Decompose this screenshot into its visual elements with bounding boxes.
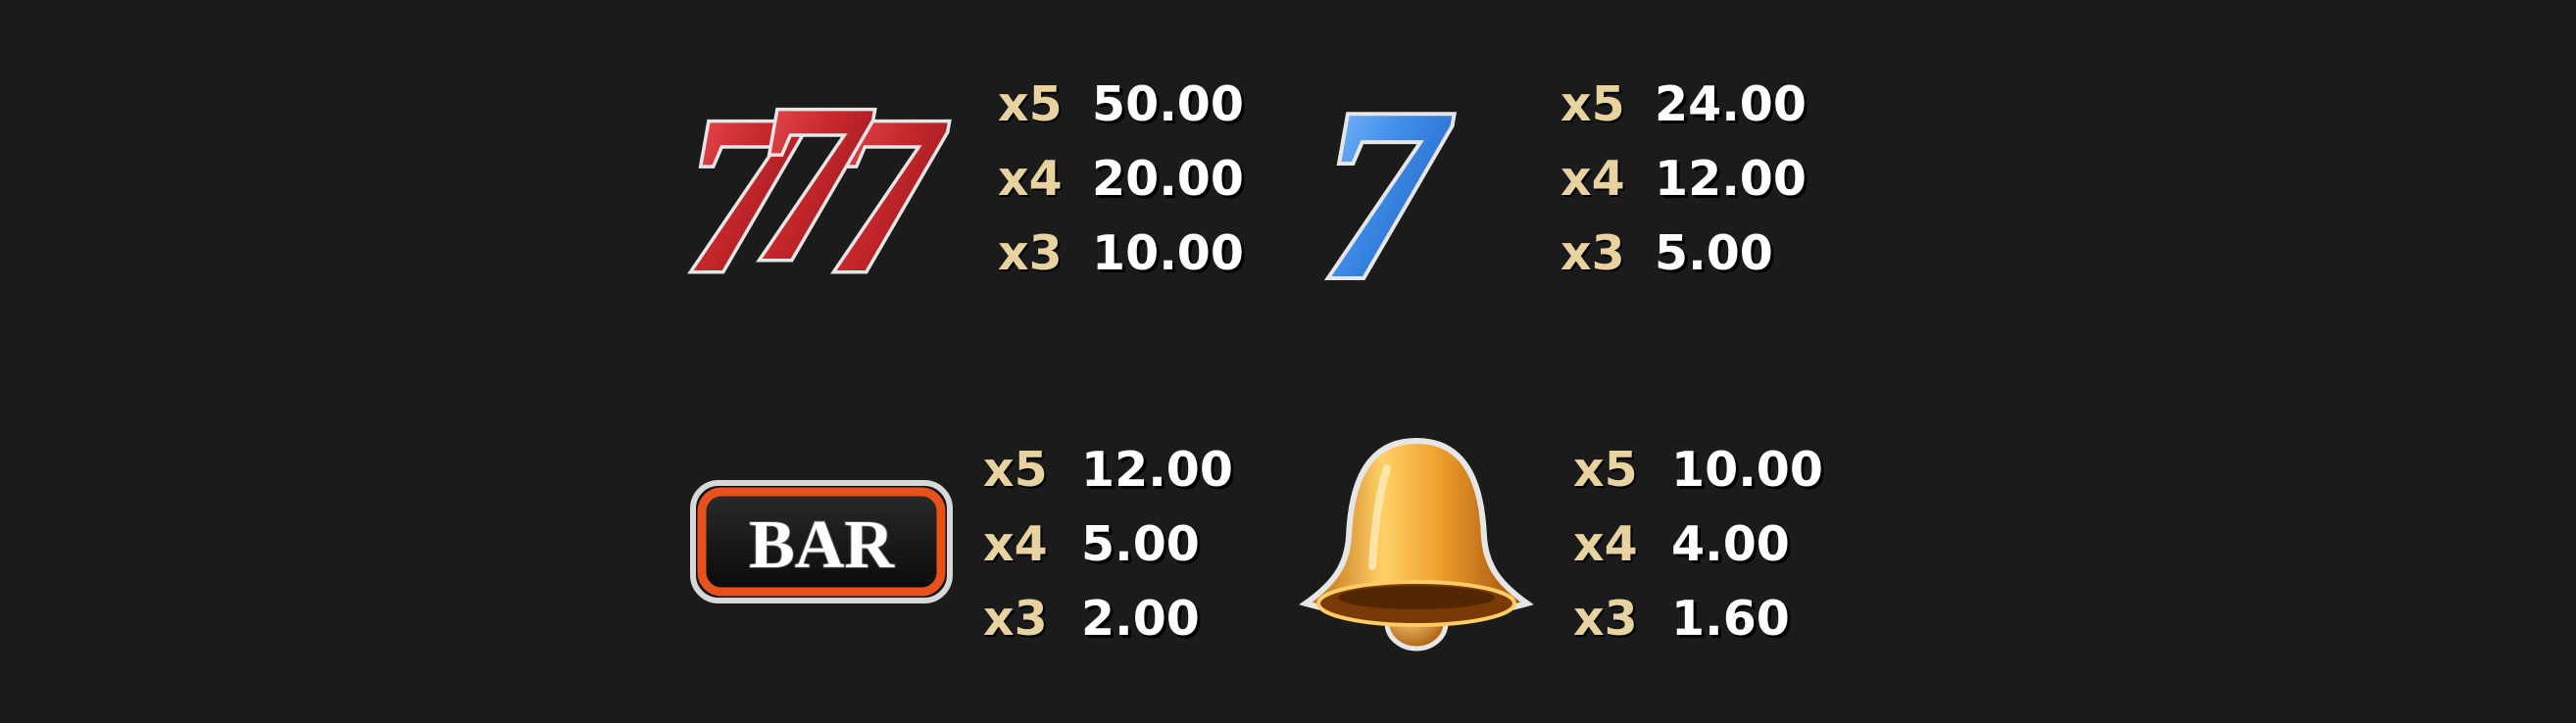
triple-red-seven-icon: 7 7 7 <box>681 55 966 323</box>
payout-amount: 5.00 <box>1081 516 1200 572</box>
multiplier-label: x3 <box>998 225 1063 281</box>
payout-amount: 20.00 <box>1092 151 1244 207</box>
svg-text:7: 7 <box>753 58 873 308</box>
multiplier-label: x5 <box>1560 76 1625 132</box>
multiplier-label: x4 <box>1560 151 1625 207</box>
payout-amount: 1.60 <box>1671 591 1790 647</box>
multiplier-label: x4 <box>998 151 1063 207</box>
multiplier-label: x3 <box>1573 591 1638 647</box>
multiplier-label: x5 <box>983 442 1048 498</box>
payout-amount: 5.00 <box>1655 225 1773 281</box>
svg-text:BAR: BAR <box>749 507 895 583</box>
multiplier-label: x4 <box>1573 516 1638 572</box>
bell-icon <box>1294 429 1539 659</box>
payout-amount: 12.00 <box>1655 151 1807 207</box>
multiplier-label: x4 <box>983 516 1048 572</box>
multiplier-label: x5 <box>998 76 1063 132</box>
bar-icon: BAR <box>689 479 954 606</box>
payout-amount: 10.00 <box>1671 442 1823 498</box>
blue-seven-icon: 7 <box>1312 55 1537 334</box>
payout-amount: 12.00 <box>1081 442 1233 498</box>
multiplier-label: x5 <box>1573 442 1638 498</box>
svg-text:7: 7 <box>1321 59 1453 330</box>
payout-amount: 2.00 <box>1081 591 1200 647</box>
payout-amount: 4.00 <box>1671 516 1790 572</box>
payout-amount: 24.00 <box>1655 76 1807 132</box>
payout-amount: 50.00 <box>1092 76 1244 132</box>
multiplier-label: x3 <box>983 591 1048 647</box>
multiplier-label: x3 <box>1560 225 1625 281</box>
payout-amount: 10.00 <box>1092 225 1244 281</box>
